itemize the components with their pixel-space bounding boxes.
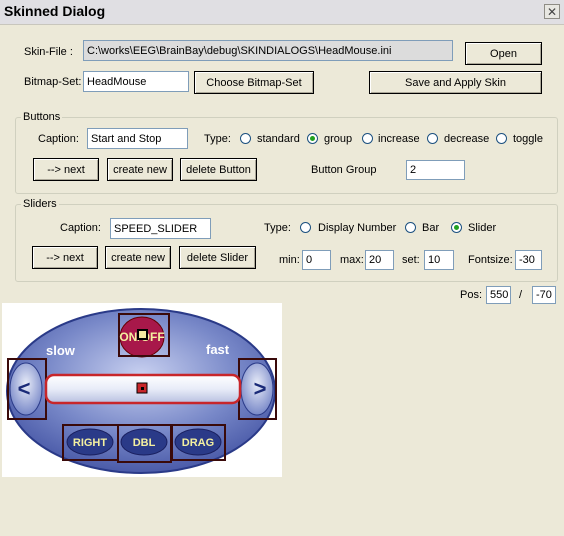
set-label: set: xyxy=(402,254,420,266)
slider-create-new-button[interactable]: create new xyxy=(105,246,171,269)
slider-type-label: Type: xyxy=(264,222,291,234)
skin-file-input[interactable]: C:\works\EEG\BrainBay\debug\SKINDIALOGS\… xyxy=(83,40,453,61)
slider-type-bar-label: Bar xyxy=(422,222,440,234)
fontsize-input[interactable]: -30 xyxy=(515,250,542,270)
button-create-new-button[interactable]: create new xyxy=(107,158,173,181)
fast-label: fast xyxy=(206,342,230,357)
fontsize-label: Fontsize: xyxy=(468,254,513,266)
set-input[interactable]: 10 xyxy=(424,250,454,270)
delete-slider-button[interactable]: delete Slider xyxy=(179,246,256,269)
slider-type-slider-label: Slider xyxy=(468,222,497,234)
slider-caption-label: Caption: xyxy=(60,222,101,234)
skin-file-label: Skin-File : xyxy=(24,46,73,58)
skin-preview[interactable]: ON/OFF slow fast < > RIGHT DBL DRAG xyxy=(2,303,282,477)
slider-type-display-number-radio[interactable] xyxy=(300,222,311,233)
pos-x-input[interactable]: 550 xyxy=(486,286,511,304)
bitmap-set-input[interactable]: HeadMouse xyxy=(83,71,189,92)
min-label: min: xyxy=(279,254,300,266)
button-type-standard-radio[interactable] xyxy=(240,133,251,144)
drag-label: DRAG xyxy=(182,437,214,449)
button-type-group-label: group xyxy=(324,133,353,145)
close-button[interactable]: ✕ xyxy=(544,4,560,19)
button-type-increase-label: increase xyxy=(378,133,420,145)
dbl-click-label: DBL xyxy=(133,437,156,449)
onoff-handle[interactable] xyxy=(137,329,148,340)
button-group-label: Button Group xyxy=(311,164,377,176)
button-type-toggle-radio[interactable] xyxy=(496,133,507,144)
button-next-button[interactable]: --> next xyxy=(33,158,99,181)
slider-type-display-number-label: Display Number xyxy=(318,222,397,234)
sliders-legend: Sliders xyxy=(21,198,59,210)
slow-label: slow xyxy=(46,343,76,358)
window-title: Skinned Dialog xyxy=(4,3,106,19)
button-type-toggle-label: toggle xyxy=(513,133,543,145)
max-input[interactable]: 20 xyxy=(365,250,394,270)
pos-label: Pos: xyxy=(460,289,483,301)
speed-slider-handle-dot xyxy=(141,387,144,390)
slider-type-bar-radio[interactable] xyxy=(405,222,416,233)
right-click-label: RIGHT xyxy=(73,437,108,449)
max-label: max: xyxy=(340,254,364,266)
button-type-group-radio[interactable] xyxy=(307,133,318,144)
button-type-decrease-radio[interactable] xyxy=(427,133,438,144)
bitmap-set-label: Bitmap-Set: xyxy=(24,76,82,88)
delete-button-button[interactable]: delete Button xyxy=(180,158,257,181)
min-input[interactable]: 0 xyxy=(302,250,331,270)
pos-separator: / xyxy=(519,289,523,301)
left-arrow-icon: < xyxy=(18,376,31,401)
slider-caption-input[interactable]: SPEED_SLIDER xyxy=(110,218,211,239)
slider-next-button[interactable]: --> next xyxy=(32,246,98,269)
right-arrow-icon: > xyxy=(254,376,267,401)
buttons-legend: Buttons xyxy=(21,111,63,123)
slider-type-slider-radio[interactable] xyxy=(451,222,462,233)
button-type-decrease-label: decrease xyxy=(444,133,490,145)
choose-bitmap-set-button[interactable]: Choose Bitmap-Set xyxy=(194,71,314,94)
button-caption-input[interactable]: Start and Stop xyxy=(87,128,188,149)
pos-y-input[interactable]: -70 xyxy=(532,286,556,304)
save-apply-skin-button[interactable]: Save and Apply Skin xyxy=(369,71,542,94)
button-type-label: Type: xyxy=(204,133,231,145)
sliders-groupbox xyxy=(15,204,558,282)
open-button[interactable]: Open xyxy=(465,42,542,65)
button-type-increase-radio[interactable] xyxy=(362,133,373,144)
button-caption-label: Caption: xyxy=(38,133,79,145)
button-type-standard-label: standard xyxy=(257,133,300,145)
button-group-input[interactable]: 2 xyxy=(406,160,465,180)
skin-preview-graphic: ON/OFF slow fast < > RIGHT DBL DRAG xyxy=(6,308,277,474)
